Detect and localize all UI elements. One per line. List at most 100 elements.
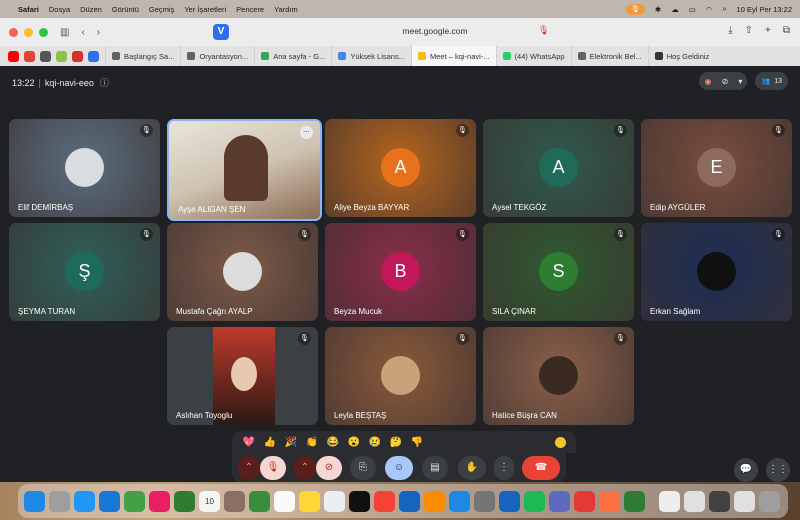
pinned-tab-2[interactable] xyxy=(24,50,35,62)
camera-options-chevron-icon[interactable]: ⌃ xyxy=(294,456,316,480)
app-store-icon[interactable] xyxy=(449,490,470,512)
minimize-window-button[interactable] xyxy=(24,27,33,37)
participant-tile[interactable]: B Beyza Mucuk 🎙 xyxy=(325,223,476,321)
address-bar[interactable]: meet.google.com xyxy=(340,26,530,36)
info-icon[interactable]: ⓘ xyxy=(100,78,109,88)
menu-window[interactable]: Pencere xyxy=(236,5,264,14)
notes-icon[interactable] xyxy=(299,490,320,512)
menu-app-name[interactable]: Safari xyxy=(18,5,39,14)
facetime-icon[interactable] xyxy=(174,490,195,512)
freeform-icon[interactable] xyxy=(324,490,345,512)
reaction-laugh[interactable]: 😂 xyxy=(326,437,340,448)
participant-tile[interactable]: Hatice Büşra CAN 🎙 xyxy=(483,327,634,425)
participant-tile[interactable]: Mustafa Çağrı AYALP 🎙 xyxy=(167,223,318,321)
pages-icon[interactable] xyxy=(424,490,445,512)
zoom-window-button[interactable] xyxy=(39,27,48,37)
chat-button[interactable]: 💬 xyxy=(734,458,758,482)
safari-icon[interactable] xyxy=(74,490,95,512)
participant-tile[interactable]: Ayşe ALIGAN ŞEN ⋯ xyxy=(167,119,322,221)
tv-icon[interactable] xyxy=(349,490,370,512)
app-icon-1[interactable] xyxy=(549,490,570,512)
participants-button[interactable]: 👥 13 xyxy=(755,72,788,90)
forward-icon[interactable]: › xyxy=(97,27,100,38)
participant-tile[interactable]: Leyla BEŞTAŞ 🎙 xyxy=(325,327,476,425)
skin-tone-picker[interactable] xyxy=(555,436,566,448)
raise-hand-button[interactable]: ✋ xyxy=(458,456,486,480)
reaction-sad[interactable]: 😢 xyxy=(368,437,382,448)
tab-5[interactable]: (44) WhatsApp xyxy=(495,46,571,66)
calendar-icon[interactable]: 10 xyxy=(199,490,220,512)
trash-icon[interactable] xyxy=(759,490,780,512)
reactions-button[interactable]: ☺ xyxy=(385,456,413,480)
reaction-surprised[interactable]: 😮 xyxy=(347,437,361,448)
tab-0[interactable]: Başlangıç Sa... xyxy=(105,46,180,66)
preview-icon[interactable] xyxy=(684,490,705,512)
tab-3[interactable]: Yüksek Lisans... xyxy=(331,46,411,66)
menu-help[interactable]: Yardım xyxy=(274,5,298,14)
participant-tile[interactable]: A Aysel TEKGÖZ 🎙 xyxy=(483,119,634,217)
share-icon[interactable]: ⇧ xyxy=(745,25,753,36)
wifi-icon[interactable]: ◠ xyxy=(706,5,713,14)
back-icon[interactable]: ‹ xyxy=(81,27,84,38)
contacts-icon[interactable] xyxy=(224,490,245,512)
screen-thumbnail-icon[interactable] xyxy=(709,490,730,512)
menu-edit[interactable]: Düzen xyxy=(80,5,102,14)
more-options-icon[interactable]: ⋯ xyxy=(300,126,313,139)
participant-tile[interactable]: Ş ŞEYMA TURAN 🎙 xyxy=(9,223,160,321)
excel-icon[interactable] xyxy=(624,490,645,512)
menu-bookmarks[interactable]: Yer İşaretleri xyxy=(184,5,226,14)
participant-tile[interactable]: A Aliye Beyza BAYYAR 🎙 xyxy=(325,119,476,217)
app-icon-2[interactable] xyxy=(574,490,595,512)
cloud-icon[interactable]: ☁ xyxy=(671,5,679,14)
camera-off-button[interactable]: ⊘ xyxy=(316,456,342,480)
mail-icon[interactable] xyxy=(99,490,120,512)
more-options-button[interactable]: ⋮ xyxy=(494,456,514,480)
pinned-tab-5[interactable] xyxy=(72,50,83,62)
launchpad-icon[interactable] xyxy=(49,490,70,512)
menu-history[interactable]: Geçmiş xyxy=(149,5,174,14)
system-settings-icon[interactable] xyxy=(474,490,495,512)
reaction-thumbs-down[interactable]: 👎 xyxy=(410,437,424,448)
app-icon-3[interactable] xyxy=(599,490,620,512)
tab-2[interactable]: Ana sayfa - G... xyxy=(254,46,331,66)
tab-6[interactable]: Elektronik Bel... xyxy=(570,46,648,66)
participant-tile[interactable]: Elif DEMİRBAŞ 🎙 xyxy=(9,119,160,217)
activities-button[interactable]: ⋮⋮ xyxy=(766,458,790,482)
reaction-thinking[interactable]: 🤔 xyxy=(389,437,403,448)
recording-button[interactable]: ◉ ⊘ ▾ xyxy=(699,72,748,90)
reaction-clap[interactable]: 👏 xyxy=(305,437,319,448)
search-icon[interactable]: ⌕ xyxy=(722,4,726,14)
mic-options-chevron-icon[interactable]: ⌃ xyxy=(238,456,260,480)
close-window-button[interactable] xyxy=(9,27,18,37)
numbers-icon[interactable] xyxy=(249,490,270,512)
status-icon-1[interactable]: ✱ xyxy=(655,5,661,14)
reaction-party[interactable]: 🎉 xyxy=(284,437,298,448)
present-screen-button[interactable]: ⎘ xyxy=(350,456,376,480)
word-icon[interactable] xyxy=(499,490,520,512)
sidebar-icon[interactable]: ▥ xyxy=(60,27,69,38)
maps-icon[interactable] xyxy=(124,490,145,512)
participant-tile[interactable]: S SILA ÇINAR 🎙 xyxy=(483,223,634,321)
tab-7[interactable]: Hoş Geldiniz xyxy=(647,46,716,66)
keynote-icon[interactable] xyxy=(399,490,420,512)
menu-view[interactable]: Görüntü xyxy=(112,5,139,14)
reaction-heart[interactable]: 💖 xyxy=(242,437,256,448)
participant-tile[interactable]: Aslıhan Toyoglu 🎙 xyxy=(167,327,318,425)
battery-icon[interactable]: ▭ xyxy=(689,5,696,14)
participant-tile[interactable]: Erkan Sağlam 🎙 xyxy=(641,223,792,321)
window-thumbnail-icon[interactable] xyxy=(734,490,755,512)
spotify-icon[interactable] xyxy=(524,490,545,512)
participant-tile[interactable]: E Edip AYGÜLER 🎙 xyxy=(641,119,792,217)
mic-indicator-icon[interactable]: 🎙 xyxy=(538,25,549,36)
menu-file[interactable]: Dosya xyxy=(49,5,70,14)
captions-button[interactable]: ▤ xyxy=(422,456,448,480)
reaction-thumbs-up[interactable]: 👍 xyxy=(263,437,277,448)
new-tab-icon[interactable]: + xyxy=(765,25,771,36)
clock-text[interactable]: 10 Eyl Per 13:22 xyxy=(737,5,792,14)
finder-icon[interactable] xyxy=(24,490,45,512)
document-icon[interactable] xyxy=(659,490,680,512)
extension-icon[interactable]: V xyxy=(213,24,229,40)
tab-1[interactable]: Oryantasyon... xyxy=(180,46,254,66)
photos-icon[interactable] xyxy=(149,490,170,512)
pinned-tab-youtube[interactable] xyxy=(8,50,19,62)
